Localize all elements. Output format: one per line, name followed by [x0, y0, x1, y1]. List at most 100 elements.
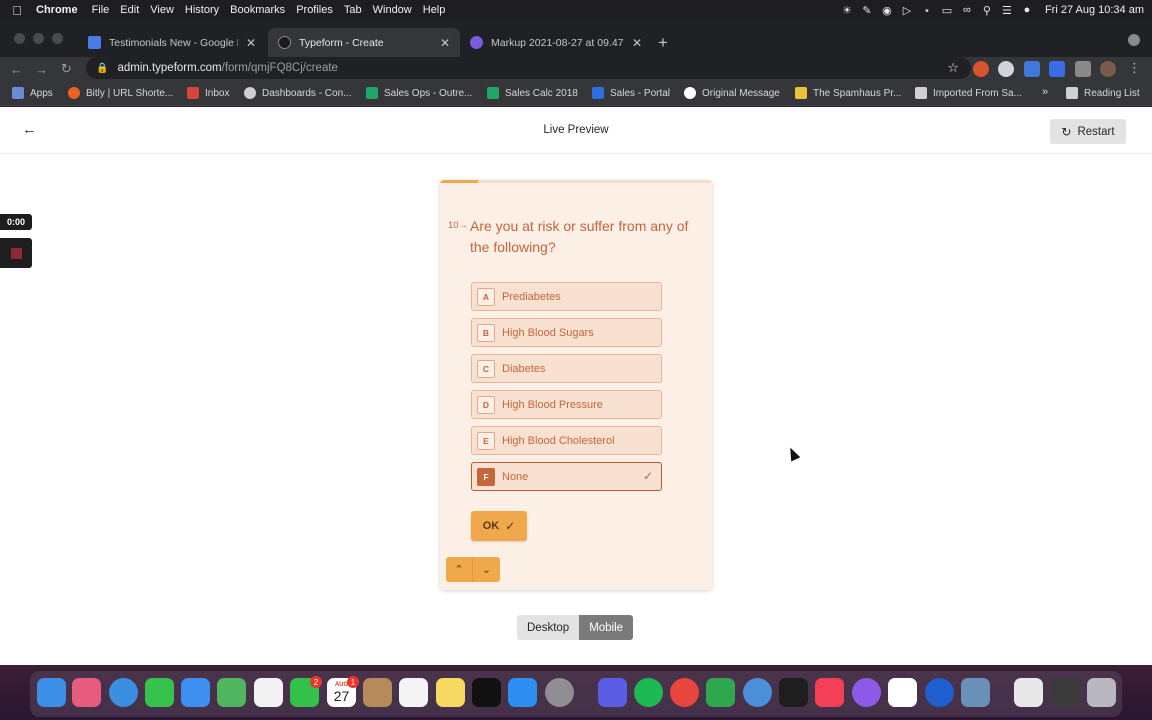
- more-bookmarks-icon[interactable]: »: [1042, 86, 1048, 98]
- downloads-icon[interactable]: [1014, 678, 1043, 707]
- close-tab-icon[interactable]: ✕: [246, 36, 256, 50]
- bookmark-original-message[interactable]: Original Message: [684, 87, 780, 99]
- minimize-window-button[interactable]: [33, 33, 44, 44]
- numbers-icon[interactable]: [706, 678, 735, 707]
- preview-window-icon[interactable]: [961, 678, 990, 707]
- profile-avatar[interactable]: [1100, 61, 1116, 77]
- maps-icon[interactable]: [217, 678, 246, 707]
- chrome-icon[interactable]: [670, 678, 699, 707]
- tab-search-icon[interactable]: [1128, 34, 1140, 46]
- ok-button[interactable]: OK ✓: [471, 511, 527, 541]
- photos-icon[interactable]: [254, 678, 283, 707]
- menu-app-name[interactable]: Chrome: [34, 4, 92, 16]
- battery-icon[interactable]: ▭: [937, 0, 957, 20]
- choice-d[interactable]: D High Blood Pressure: [471, 390, 662, 419]
- bookmark-star-icon[interactable]: ☆: [947, 60, 959, 76]
- chrome-menu-icon[interactable]: ⋮: [1128, 60, 1141, 76]
- spamhaus-icon: [795, 87, 807, 99]
- activity-monitor-icon[interactable]: [779, 678, 808, 707]
- quicktime-icon[interactable]: [743, 678, 772, 707]
- bookmark-sales-ops[interactable]: Sales Ops - Outre...: [366, 87, 472, 99]
- menu-help[interactable]: Help: [423, 4, 457, 16]
- menu-history[interactable]: History: [185, 4, 230, 16]
- forward-icon[interactable]: →: [29, 62, 54, 77]
- choice-b[interactable]: B High Blood Sugars: [471, 318, 662, 347]
- bluetooth-icon[interactable]: ⋆: [917, 0, 937, 20]
- music-icon[interactable]: [815, 678, 844, 707]
- system-preferences-icon[interactable]: [545, 678, 574, 707]
- password-manager-icon[interactable]: ◉: [877, 0, 897, 20]
- messages-icon[interactable]: [145, 678, 174, 707]
- bookmark-sales-calc[interactable]: Sales Calc 2018: [487, 87, 578, 99]
- spotify-icon[interactable]: [634, 678, 663, 707]
- brightness-icon[interactable]: ☀: [837, 0, 857, 20]
- bookmark-spamhaus[interactable]: The Spamhaus Pr...: [795, 87, 901, 99]
- facetime-badge: 2: [310, 676, 322, 688]
- reminders-icon[interactable]: [399, 678, 428, 707]
- bookmark-imported[interactable]: Imported From Sa...: [915, 87, 1022, 99]
- mobile-view-button[interactable]: Mobile: [579, 615, 634, 640]
- previous-question-button[interactable]: ⌃: [446, 557, 473, 582]
- bookmark-apps[interactable]: Apps: [12, 87, 53, 99]
- play-icon[interactable]: ▷: [897, 0, 917, 20]
- address-bar[interactable]: 🔒 admin.typeform.com/form/qmjFQ8Cj/creat…: [86, 57, 971, 79]
- menu-tab[interactable]: Tab: [344, 4, 373, 16]
- bookmark-inbox[interactable]: Inbox: [187, 87, 229, 99]
- extension-icon[interactable]: [1024, 61, 1040, 77]
- close-window-button[interactable]: [14, 33, 25, 44]
- extension-icon[interactable]: [973, 61, 989, 77]
- lock-icon[interactable]: 🔒: [96, 63, 108, 74]
- safari-icon[interactable]: [109, 678, 138, 707]
- onepassword-icon[interactable]: [925, 678, 954, 707]
- menubar-clock[interactable]: Fri 27 Aug 10:34 am: [1045, 4, 1144, 16]
- extensions-puzzle-icon[interactable]: [1075, 61, 1091, 77]
- mail-icon[interactable]: [181, 678, 210, 707]
- menu-bookmarks[interactable]: Bookmarks: [230, 4, 296, 16]
- menu-profiles[interactable]: Profiles: [296, 4, 344, 16]
- finder-icon[interactable]: [37, 678, 66, 707]
- slack-icon[interactable]: [888, 678, 917, 707]
- choice-e[interactable]: E High Blood Cholesterol: [471, 426, 662, 455]
- apple-tv-icon[interactable]: [472, 678, 501, 707]
- markup-app-icon[interactable]: [852, 678, 881, 707]
- search-icon[interactable]: ⚲: [977, 0, 997, 20]
- apple-menu-icon[interactable]: : [0, 3, 34, 18]
- menu-window[interactable]: Window: [373, 4, 423, 16]
- app-store-icon[interactable]: [508, 678, 537, 707]
- menu-edit[interactable]: Edit: [120, 4, 150, 16]
- tab-typeform[interactable]: Typeform - Create ✕: [268, 28, 460, 57]
- back-icon[interactable]: ←: [4, 62, 29, 77]
- menu-view[interactable]: View: [150, 4, 185, 16]
- stop-recording-button[interactable]: [0, 238, 32, 268]
- extension-icon[interactable]: [1049, 61, 1065, 77]
- zoom-window-button[interactable]: [52, 33, 63, 44]
- bookmark-dashboards[interactable]: Dashboards - Con...: [244, 87, 352, 99]
- bookmark-bitly[interactable]: Bitly | URL Shorte...: [68, 87, 173, 99]
- launchpad-icon[interactable]: [72, 678, 101, 707]
- menu-file[interactable]: File: [92, 4, 121, 16]
- bookmark-reading-list[interactable]: Reading List: [1066, 87, 1140, 99]
- restart-button[interactable]: ↻ Restart: [1050, 119, 1126, 144]
- bookmark-sales-portal[interactable]: Sales - Portal: [592, 87, 670, 99]
- siri-icon[interactable]: ●: [1017, 0, 1037, 20]
- screenshots-icon[interactable]: [1051, 678, 1080, 707]
- trash-icon[interactable]: [1087, 678, 1116, 707]
- link-icon[interactable]: ∞: [957, 0, 977, 20]
- pen-icon[interactable]: ✎: [857, 0, 877, 20]
- hand-app-icon[interactable]: [598, 678, 627, 707]
- close-tab-icon[interactable]: ✕: [632, 36, 642, 50]
- contacts-icon[interactable]: [363, 678, 392, 707]
- extension-icon[interactable]: [998, 61, 1014, 77]
- choice-a[interactable]: A Prediabetes: [471, 282, 662, 311]
- desktop-view-button[interactable]: Desktop: [517, 615, 580, 640]
- tab-testimonials[interactable]: Testimonials New - Google Do ✕: [78, 28, 266, 57]
- next-question-button[interactable]: ⌄: [473, 557, 500, 582]
- reload-icon[interactable]: ↻: [54, 61, 79, 77]
- notes-icon[interactable]: [436, 678, 465, 707]
- close-tab-icon[interactable]: ✕: [440, 36, 450, 50]
- control-center-icon[interactable]: ☰: [997, 0, 1017, 20]
- tab-markup[interactable]: Markup 2021-08-27 at 09.47. ✕: [460, 28, 652, 57]
- choice-f[interactable]: F None ✓: [471, 462, 662, 491]
- choice-c[interactable]: C Diabetes: [471, 354, 662, 383]
- new-tab-icon[interactable]: +: [658, 33, 668, 53]
